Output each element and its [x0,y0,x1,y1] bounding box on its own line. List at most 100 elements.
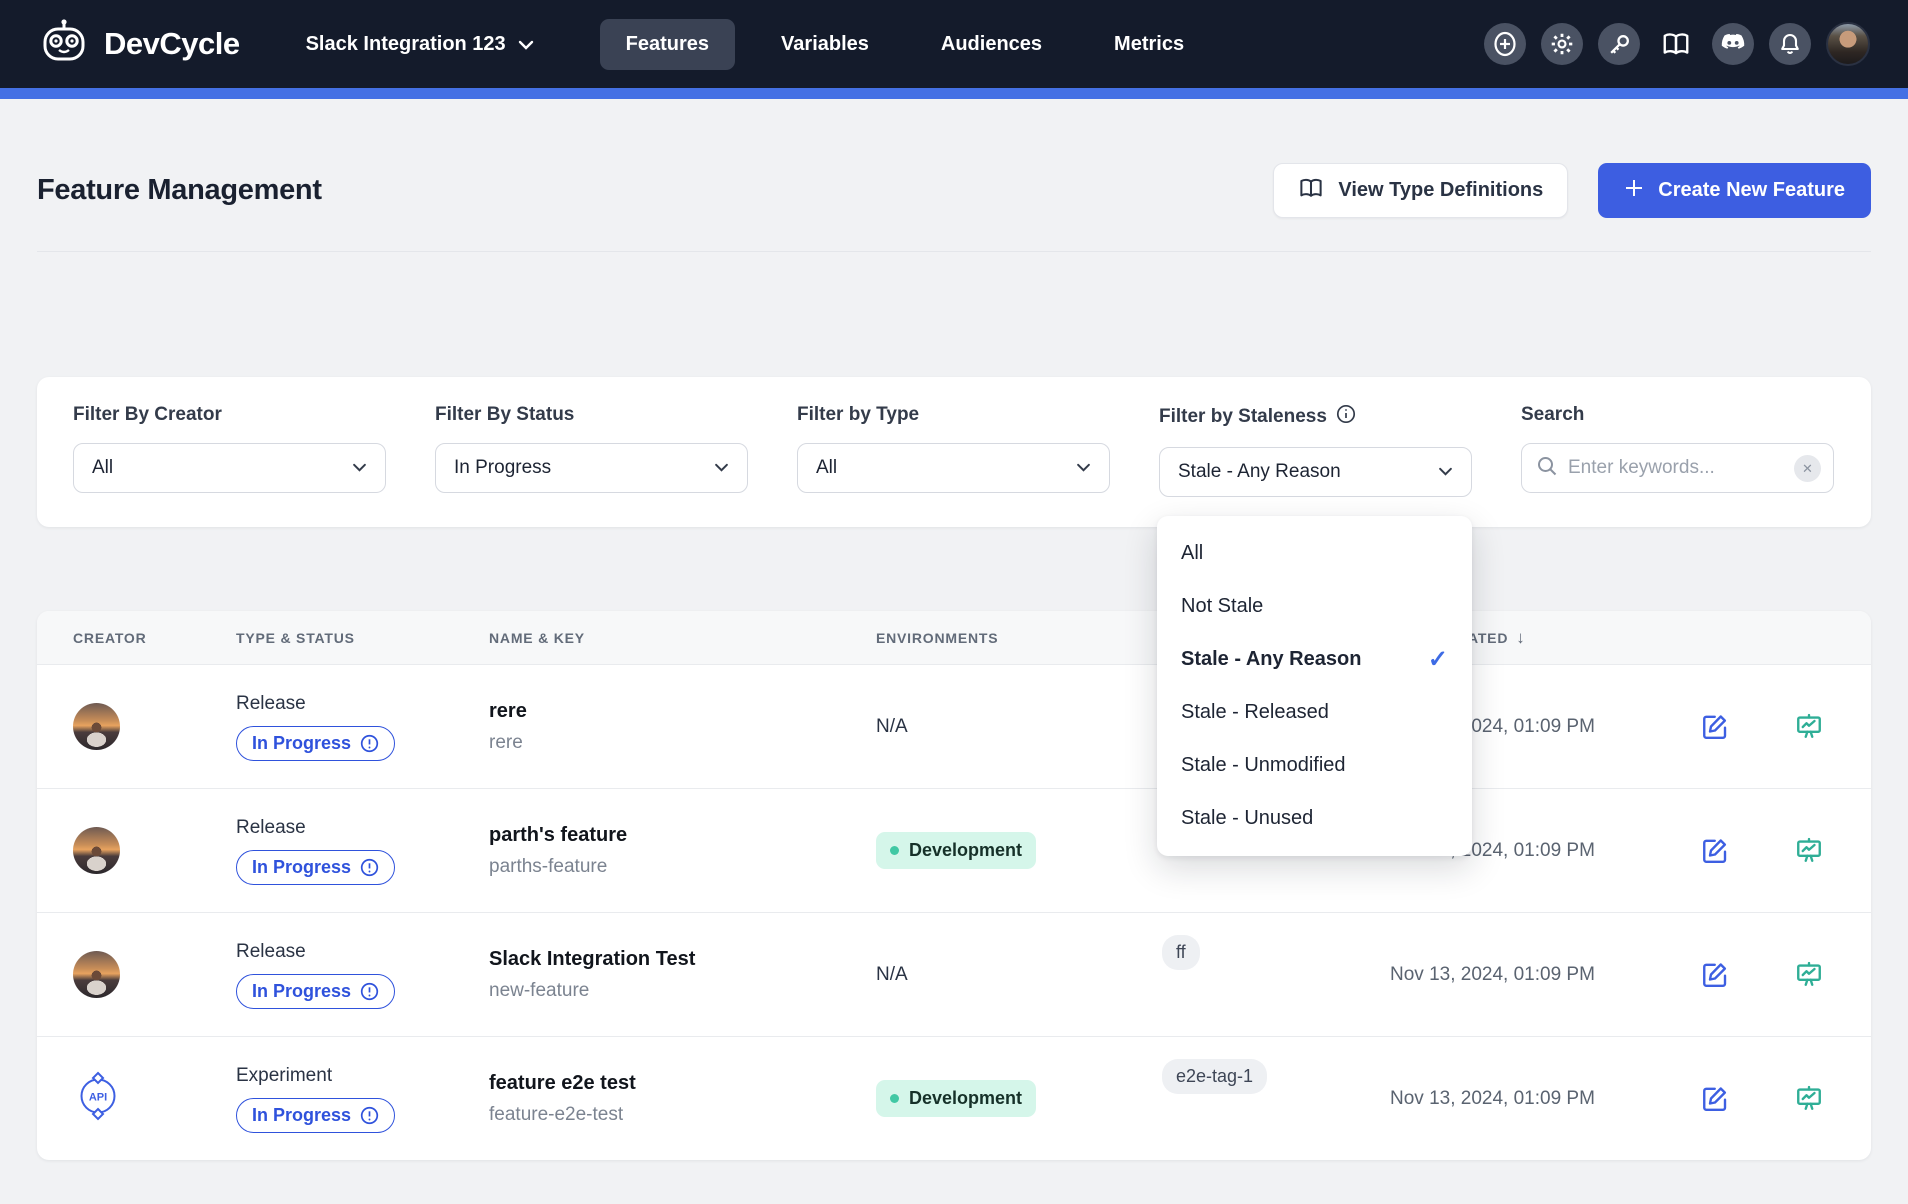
column-type-status: TYPE & STATUS [236,630,489,646]
search-group: Search ✕ [1521,404,1834,497]
tab-features[interactable]: Features [600,19,735,70]
search-input[interactable] [1568,457,1784,479]
staleness-option-stale-unused[interactable]: Stale - Unused [1157,792,1472,845]
settings-gear-icon[interactable] [1541,23,1583,65]
edit-feature-icon[interactable] [1700,712,1730,742]
table-row[interactable]: Release In Progress Slack Integration Te… [37,912,1871,1036]
tab-variables[interactable]: Variables [755,19,895,70]
notifications-bell-icon[interactable] [1769,23,1811,65]
project-name: Slack Integration 123 [306,33,506,56]
plus-icon [1624,178,1644,204]
feature-type: Release [236,817,489,839]
feature-metrics-icon[interactable] [1794,960,1824,990]
table-row[interactable]: API Experiment In Progress feature e2e t… [37,1036,1871,1160]
chevron-down-icon [352,459,367,477]
staleness-option-stale-any-reason[interactable]: Stale - Any Reason ✓ [1157,633,1472,686]
title-divider [37,251,1871,252]
staleness-option-stale-released[interactable]: Stale - Released [1157,686,1472,739]
feature-key: new-feature [489,980,876,1002]
updated-timestamp: Nov 13, 2024, 01:09 PM [1390,1088,1677,1110]
feature-metrics-icon[interactable] [1794,1084,1824,1114]
feature-management-page: Feature Management View Type Definitions… [0,163,1908,1160]
filter-by-type: Filter by Type All [797,404,1110,497]
filter-type-select[interactable]: All [797,443,1110,493]
environment-dot-icon [890,846,899,855]
filters-panel: Filter By Creator All Filter By Status I… [37,377,1871,527]
tab-audiences[interactable]: Audiences [915,19,1068,70]
filter-type-value: All [816,457,837,479]
environment-badge: Development [876,832,1036,869]
sort-descending-icon: ↓ [1516,628,1525,648]
filter-staleness-label: Filter by Staleness [1159,406,1327,428]
check-icon: ✓ [1428,645,1448,674]
feature-name: Slack Integration Test [489,948,876,971]
create-new-feature-label: Create New Feature [1658,179,1845,202]
view-type-definitions-button[interactable]: View Type Definitions [1273,163,1568,218]
filter-status-select[interactable]: In Progress [435,443,748,493]
feature-metrics-icon[interactable] [1794,712,1824,742]
main-nav: Features Variables Audiences Metrics [600,19,1210,70]
chevron-down-icon [714,459,729,477]
edit-feature-icon[interactable] [1700,836,1730,866]
filter-status-label: Filter By Status [435,404,748,426]
status-badge[interactable]: In Progress [236,850,395,885]
creator-avatar [73,951,120,998]
feature-type: Release [236,693,489,715]
filter-staleness-select[interactable]: Stale - Any Reason [1159,447,1472,497]
filter-creator-value: All [92,457,113,479]
devcycle-logo[interactable]: DevCycle [38,16,240,73]
features-table: CREATOR TYPE & STATUS NAME & KEY ENVIRON… [37,611,1871,1160]
environment-badge: Development [876,1080,1036,1117]
creator-avatar [73,703,120,750]
add-circle-icon[interactable] [1484,23,1526,65]
alert-circle-icon [360,982,379,1001]
view-type-definitions-label: View Type Definitions [1338,179,1543,202]
table-header-row: CREATOR TYPE & STATUS NAME & KEY ENVIRON… [37,611,1871,664]
feature-metrics-icon[interactable] [1794,836,1824,866]
status-badge[interactable]: In Progress [236,726,395,761]
tag-pill: ff [1162,935,1200,970]
chevron-down-icon [518,33,534,56]
search-label: Search [1521,404,1834,426]
table-row[interactable]: Release In Progress parth's feature part… [37,788,1871,912]
brand-name: DevCycle [104,26,240,62]
staleness-option-not-stale[interactable]: Not Stale [1157,580,1472,633]
filter-creator-label: Filter By Creator [73,404,386,426]
feature-type: Experiment [236,1065,489,1087]
api-keys-key-icon[interactable] [1598,23,1640,65]
staleness-option-all[interactable]: All [1157,527,1472,580]
filter-type-label: Filter by Type [797,404,1110,426]
filter-creator-select[interactable]: All [73,443,386,493]
column-creator: CREATOR [73,630,236,646]
feature-name: feature e2e test [489,1072,876,1095]
creator-avatar [73,827,120,874]
status-badge[interactable]: In Progress [236,1098,395,1133]
api-creator-icon: API [73,1071,123,1121]
environments-value: N/A [876,964,908,985]
devcycle-robot-icon [38,16,90,73]
project-selector[interactable]: Slack Integration 123 [306,33,534,56]
book-icon [1298,177,1324,205]
accent-bar [0,88,1908,99]
chevron-down-icon [1438,463,1453,481]
clear-search-icon[interactable]: ✕ [1794,455,1821,482]
chevron-down-icon [1076,459,1091,477]
environments-value: N/A [876,716,908,737]
table-row[interactable]: Release In Progress rere rere N/A Nov 13… [37,664,1871,788]
docs-book-icon[interactable] [1655,23,1697,65]
staleness-option-stale-unmodified[interactable]: Stale - Unmodified [1157,739,1472,792]
info-icon[interactable] [1336,404,1356,430]
page-title: Feature Management [37,174,322,207]
filter-staleness-value: Stale - Any Reason [1178,461,1341,483]
user-avatar[interactable] [1826,22,1870,66]
column-environments: ENVIRONMENTS [876,630,1162,646]
edit-feature-icon[interactable] [1700,1084,1730,1114]
create-new-feature-button[interactable]: Create New Feature [1598,163,1871,218]
tag-pill: e2e-tag-1 [1162,1059,1267,1094]
environment-dot-icon [890,1094,899,1103]
edit-feature-icon[interactable] [1700,960,1730,990]
tab-metrics[interactable]: Metrics [1088,19,1210,70]
status-badge[interactable]: In Progress [236,974,395,1009]
alert-circle-icon [360,858,379,877]
discord-icon[interactable] [1712,23,1754,65]
